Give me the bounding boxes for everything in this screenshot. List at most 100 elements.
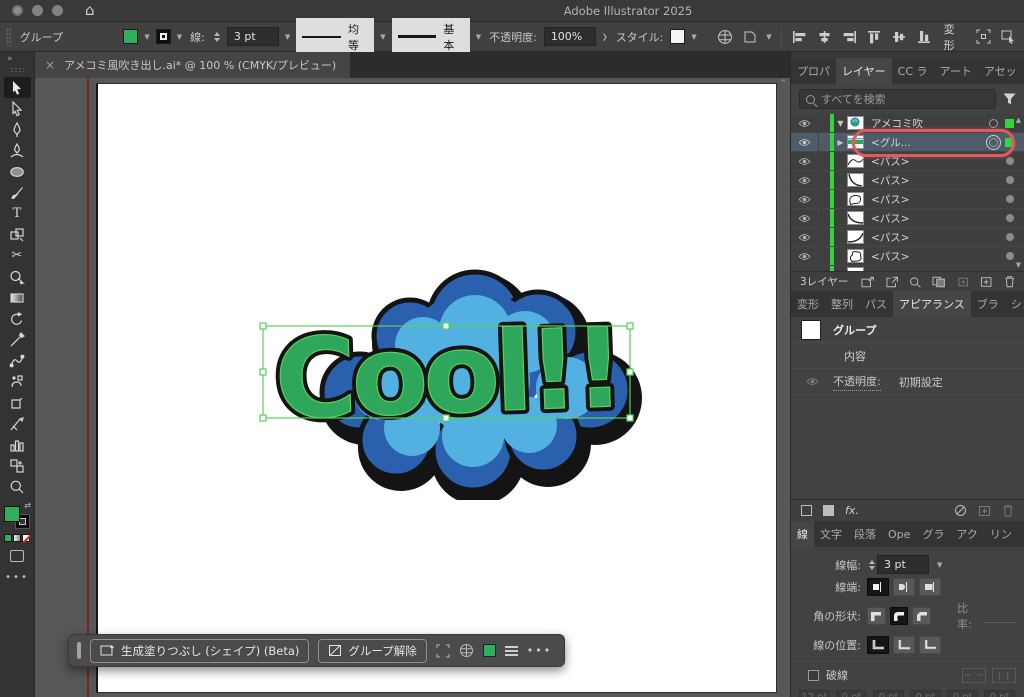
blend-tool[interactable] bbox=[4, 350, 31, 371]
layer-row-partial[interactable] bbox=[791, 266, 1024, 271]
home-icon[interactable]: ⌂ bbox=[85, 3, 95, 18]
brush-dropdown-icon[interactable]: ▼ bbox=[476, 33, 481, 41]
style-dropdown-icon[interactable]: ▼ bbox=[691, 33, 696, 41]
duplicate-item-icon[interactable] bbox=[978, 505, 991, 517]
gap-field[interactable]: 0 pt bbox=[984, 690, 1015, 697]
appearance-opacity-label[interactable]: 不透明度: bbox=[833, 373, 881, 391]
graph-tool[interactable] bbox=[4, 434, 31, 455]
control-bar-grip[interactable] bbox=[6, 28, 11, 46]
target-dot-icon[interactable] bbox=[1006, 195, 1014, 203]
none-button[interactable] bbox=[22, 534, 30, 542]
recolor-icon[interactable] bbox=[459, 643, 474, 658]
visibility-eye-icon[interactable] bbox=[791, 209, 819, 227]
target-circle-icon[interactable] bbox=[989, 119, 998, 128]
speech-bubble-artwork[interactable]: Cool!! Cool!! bbox=[240, 240, 660, 500]
opacity-more-icon[interactable]: ❯ bbox=[602, 33, 608, 41]
round-cap-button[interactable] bbox=[893, 578, 915, 596]
projecting-cap-button[interactable] bbox=[919, 578, 941, 596]
clear-appearance-icon[interactable] bbox=[954, 504, 967, 517]
stroke-weight-field[interactable]: 3 pt bbox=[877, 555, 929, 574]
path-thumbnail[interactable] bbox=[847, 154, 864, 168]
selection-indicator[interactable] bbox=[1005, 138, 1014, 147]
zoom-tool[interactable] bbox=[4, 476, 31, 497]
layer-row[interactable]: <パス> bbox=[791, 209, 1024, 228]
group-thumbnail[interactable] bbox=[847, 135, 864, 149]
gradient-button[interactable] bbox=[13, 534, 21, 542]
generative-fill-button[interactable]: 生成塗りつぶし (シェイプ) (Beta) bbox=[90, 639, 309, 663]
tab-links[interactable]: リン bbox=[984, 521, 1018, 547]
align-top-icon[interactable] bbox=[865, 27, 885, 47]
layer-row[interactable]: ▼ アメコミ吹 bbox=[791, 114, 1024, 133]
target-dot-icon[interactable] bbox=[1006, 252, 1014, 260]
layer-thumbnail[interactable] bbox=[847, 116, 864, 130]
path-thumbnail[interactable] bbox=[847, 211, 864, 225]
selection-indicator[interactable] bbox=[1005, 119, 1014, 128]
paintbrush-tool[interactable] bbox=[4, 182, 31, 203]
pen-tool[interactable] bbox=[4, 119, 31, 140]
align-stroke-inside-button[interactable] bbox=[893, 636, 915, 654]
width-profile-select[interactable]: 均等 bbox=[296, 18, 374, 55]
type-tool[interactable]: T bbox=[4, 203, 31, 224]
miter-ratio-field[interactable] bbox=[984, 609, 1016, 623]
artboard-tool[interactable] bbox=[4, 392, 31, 413]
eyedropper-tool[interactable] bbox=[4, 329, 31, 350]
target-dot-icon[interactable] bbox=[1006, 214, 1014, 222]
visibility-eye-icon[interactable] bbox=[791, 247, 819, 265]
new-sublayer-icon[interactable] bbox=[957, 276, 969, 288]
path-thumbnail[interactable] bbox=[847, 173, 864, 187]
dash-field[interactable]: 0 pt bbox=[873, 690, 904, 697]
align-left-icon[interactable] bbox=[790, 27, 810, 47]
stroke-color-swatch[interactable] bbox=[156, 29, 171, 44]
butt-cap-button[interactable] bbox=[867, 578, 889, 596]
appearance-opacity-value[interactable]: 初期設定 bbox=[899, 374, 943, 390]
dash-field[interactable]: 12 pt bbox=[799, 690, 830, 697]
tab-transform[interactable]: 変形 bbox=[791, 291, 825, 317]
fill-dropdown-icon[interactable]: ▼ bbox=[144, 33, 149, 41]
path-thumbnail[interactable] bbox=[847, 230, 864, 244]
tools-grip[interactable] bbox=[10, 67, 24, 73]
appearance-opacity-row[interactable]: 不透明度: 初期設定 bbox=[791, 369, 1024, 395]
color-button[interactable] bbox=[4, 534, 12, 542]
panel-menu-icon[interactable]: ≡ bbox=[1018, 521, 1024, 547]
edit-toolbar-ellipsis[interactable]: ••• bbox=[5, 572, 29, 583]
visibility-eye-icon[interactable] bbox=[791, 171, 819, 189]
rotate-tool[interactable] bbox=[4, 308, 31, 329]
gap-field[interactable]: 0 pt bbox=[910, 690, 941, 697]
align-dash-icon[interactable]: [ ] bbox=[992, 668, 1016, 683]
visibility-eye-icon[interactable] bbox=[791, 133, 819, 151]
path-thumbnail[interactable] bbox=[847, 192, 864, 206]
opacity-field[interactable]: 100% bbox=[544, 27, 596, 46]
delete-layer-icon[interactable] bbox=[1004, 275, 1015, 288]
tab-opentype[interactable]: Ope bbox=[882, 521, 916, 547]
target-dot-icon[interactable] bbox=[1006, 157, 1014, 165]
document-setup-icon[interactable] bbox=[740, 27, 760, 47]
symbol-sprayer-tool[interactable] bbox=[4, 371, 31, 392]
draw-mode-button[interactable] bbox=[10, 550, 24, 562]
dash-field[interactable]: 0 pt bbox=[947, 690, 978, 697]
align-vcenter-icon[interactable] bbox=[890, 27, 910, 47]
shape-builder-tool[interactable] bbox=[4, 266, 31, 287]
layer-row[interactable]: <パス> bbox=[791, 171, 1024, 190]
new-layer-icon[interactable] bbox=[980, 276, 992, 288]
layer-row[interactable]: <パス> bbox=[791, 228, 1024, 247]
layer-row-selected[interactable]: ▶ <グル... bbox=[791, 133, 1024, 152]
appearance-item-swatch[interactable] bbox=[801, 320, 821, 340]
fill-color-swatch[interactable] bbox=[123, 29, 138, 44]
tab-align[interactable]: 整列 bbox=[825, 291, 859, 317]
stroke-width-stepper[interactable] bbox=[214, 32, 220, 42]
window-close-button[interactable] bbox=[12, 5, 23, 16]
direct-selection-tool[interactable] bbox=[4, 98, 31, 119]
stroke-weight-dropdown-icon[interactable]: ▼ bbox=[937, 561, 942, 569]
collect-for-export-icon[interactable] bbox=[861, 276, 874, 288]
style-swatch[interactable] bbox=[670, 29, 685, 44]
document-setup-dropdown-icon[interactable]: ▼ bbox=[766, 33, 771, 41]
gap-field[interactable]: 0 pt bbox=[836, 690, 867, 697]
tab-actions[interactable]: アク bbox=[950, 521, 983, 547]
ungroup-button[interactable]: グループ解除 bbox=[318, 639, 426, 663]
target-dot-icon[interactable] bbox=[1006, 176, 1014, 184]
free-transform-tool[interactable] bbox=[4, 224, 31, 245]
external-link-icon[interactable] bbox=[886, 276, 898, 288]
ellipse-tool[interactable] bbox=[4, 161, 31, 182]
appearance-contents-row[interactable]: 内容 bbox=[791, 343, 1024, 369]
visibility-eye-icon[interactable] bbox=[791, 152, 819, 170]
